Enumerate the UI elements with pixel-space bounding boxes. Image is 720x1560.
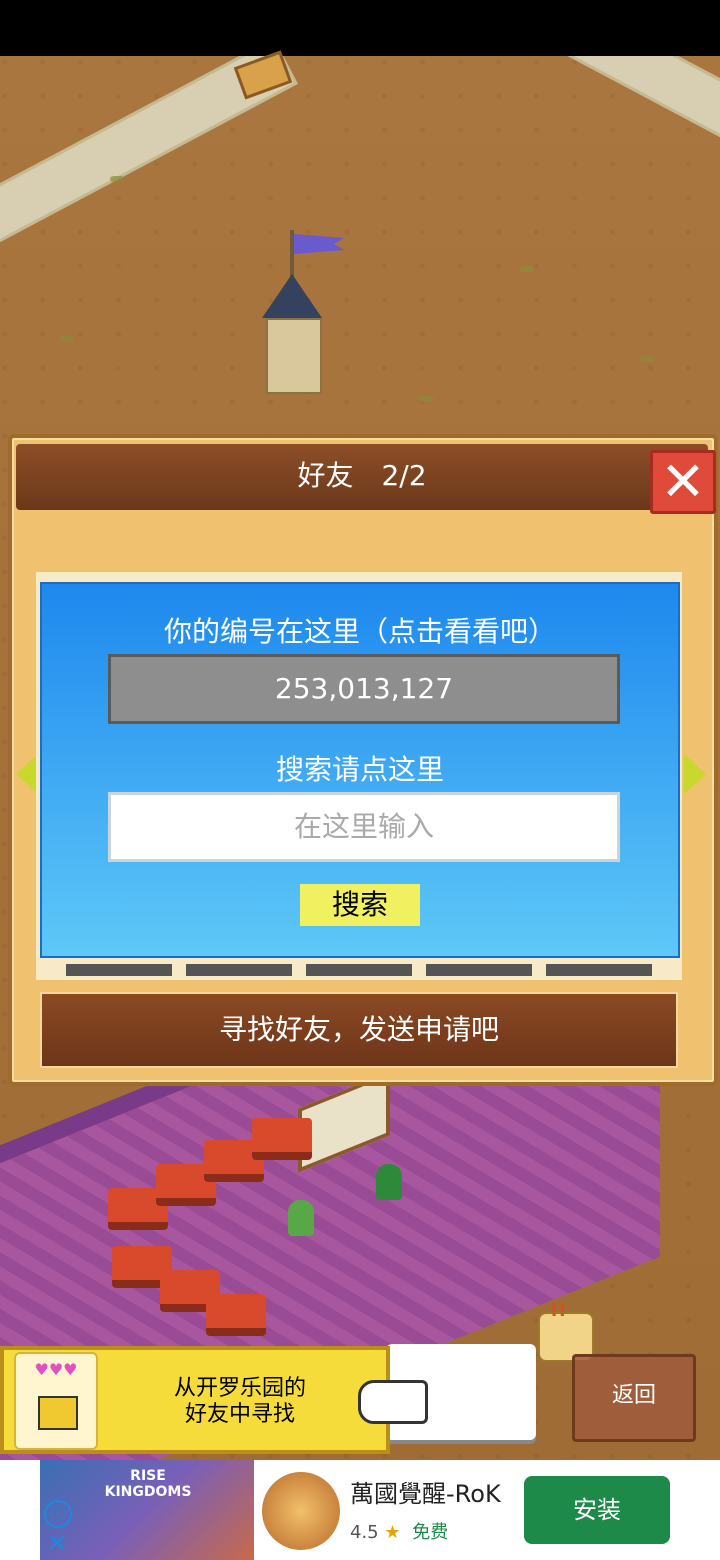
star-icon: ★ bbox=[384, 1522, 401, 1543]
kairo-avatar-icon: ♥♥♥ bbox=[14, 1352, 98, 1450]
tower-roof bbox=[262, 274, 322, 318]
close-icon: ✕ bbox=[660, 450, 706, 513]
return-button[interactable]: 返回 bbox=[572, 1354, 696, 1442]
dialog-header: 好友 2/2 ✕ bbox=[16, 444, 716, 514]
install-button[interactable]: 安装 bbox=[524, 1476, 670, 1544]
pointing-hand-icon bbox=[358, 1380, 428, 1424]
ad-title: 萬國覺醒-RoK bbox=[350, 1480, 501, 1508]
alert-badge: !! bbox=[550, 1300, 567, 1321]
ad-image-text: RISE KINGDOMS bbox=[104, 1468, 192, 1500]
ad-app-logo[interactable] bbox=[262, 1472, 340, 1550]
grass-tuft bbox=[110, 176, 124, 182]
hearts-icon: ♥♥♥ bbox=[34, 1360, 78, 1379]
ad-info-icon[interactable]: ⓘ bbox=[44, 1500, 72, 1528]
bench[interactable] bbox=[206, 1294, 266, 1336]
ad-image[interactable]: RISE KINGDOMS bbox=[40, 1460, 254, 1560]
search-input[interactable]: 在这里输入 bbox=[108, 792, 620, 862]
hint-text: 从开罗乐园的 好友中寻找 bbox=[130, 1376, 350, 1428]
watch-tower[interactable] bbox=[252, 230, 344, 394]
ad-rating-row: 4.5 ★ 免费 bbox=[350, 1518, 448, 1544]
bench[interactable] bbox=[252, 1118, 312, 1160]
status-bar bbox=[0, 0, 720, 56]
dialog-title: 好友 2/2 bbox=[297, 459, 427, 492]
grass-tuft bbox=[60, 336, 74, 342]
ad-price: 免费 bbox=[412, 1522, 449, 1543]
wizard-character[interactable] bbox=[376, 1164, 402, 1200]
grass-tuft bbox=[520, 266, 534, 272]
kairobot-face-icon bbox=[38, 1396, 78, 1430]
prev-page-arrow-icon[interactable] bbox=[16, 754, 38, 794]
grass-tuft bbox=[420, 396, 434, 402]
close-button[interactable]: ✕ bbox=[650, 450, 716, 514]
divider bbox=[186, 964, 292, 976]
tower-body bbox=[266, 318, 322, 394]
divider bbox=[426, 964, 532, 976]
divider bbox=[306, 964, 412, 976]
grass-tuft bbox=[640, 356, 654, 362]
player-id-display[interactable]: 253,013,127 bbox=[108, 654, 620, 724]
divider bbox=[66, 964, 172, 976]
search-button[interactable]: 搜索 bbox=[300, 884, 420, 926]
divider bbox=[546, 964, 652, 976]
staff-character[interactable] bbox=[288, 1200, 314, 1236]
id-prompt[interactable]: 你的编号在这里（点击看看吧） bbox=[40, 610, 680, 650]
search-prompt: 搜索请点这里 bbox=[275, 753, 444, 786]
ad-close-icon[interactable]: ✕ bbox=[44, 1530, 70, 1556]
ad-rating: 4.5 bbox=[350, 1522, 379, 1543]
hint-text-line: 从开罗乐园的 好友中寻找 bbox=[173, 1376, 306, 1427]
find-friends-button[interactable]: 寻找好友，发送申请吧 bbox=[40, 992, 678, 1068]
next-page-arrow-icon[interactable] bbox=[684, 754, 706, 794]
stone-path bbox=[523, 56, 720, 158]
